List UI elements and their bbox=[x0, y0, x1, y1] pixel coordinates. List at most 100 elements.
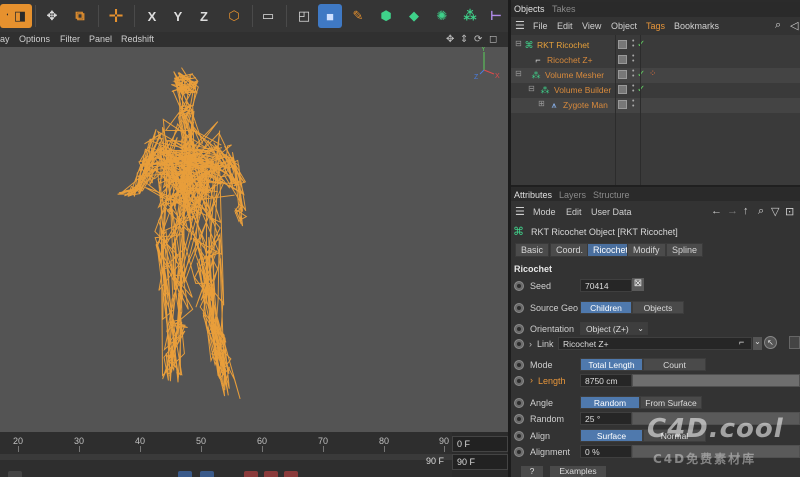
filter-icon[interactable]: ▽ bbox=[771, 205, 779, 218]
orientation-dropdown[interactable]: Object (Z+) ⌄ bbox=[580, 322, 648, 335]
seed-field[interactable]: 70414 bbox=[580, 279, 632, 292]
tab-objects[interactable]: Objects bbox=[514, 4, 545, 14]
visibility-dots-icon[interactable]: • • bbox=[632, 98, 636, 110]
lock-icon[interactable]: ⊡ bbox=[785, 205, 794, 218]
cube-icon[interactable]: ■ bbox=[318, 4, 342, 28]
chevron-right-icon[interactable]: › bbox=[530, 375, 533, 385]
attr-menu-user-data[interactable]: User Data bbox=[591, 207, 632, 217]
render-icon[interactable]: ▭ bbox=[256, 4, 280, 28]
animate-radio[interactable] bbox=[514, 447, 524, 457]
list-item[interactable]: ⊞ ⩚ Zygote Man • • bbox=[511, 98, 800, 113]
dolly-icon[interactable]: ⇕ bbox=[460, 34, 468, 45]
expand-icon[interactable]: ⊟ bbox=[528, 84, 535, 93]
animate-radio[interactable] bbox=[514, 281, 524, 291]
generator-icon[interactable]: ◆ bbox=[402, 4, 426, 28]
link-field[interactable]: Ricochet Z+ bbox=[558, 337, 752, 350]
animate-radio[interactable] bbox=[514, 376, 524, 386]
hamburger-icon[interactable]: ☰ bbox=[515, 19, 525, 32]
layer-box[interactable] bbox=[618, 85, 627, 94]
tab-layers[interactable]: Layers bbox=[559, 190, 586, 200]
spline-icon[interactable]: ◰ bbox=[292, 4, 316, 28]
angle-random-button[interactable]: Random bbox=[580, 396, 640, 409]
mode-count-button[interactable]: Count bbox=[643, 358, 706, 371]
record-control[interactable] bbox=[264, 471, 278, 477]
coordinate-icon[interactable]: ⬡ bbox=[222, 4, 246, 28]
tab-structure[interactable]: Structure bbox=[593, 190, 630, 200]
3d-viewport[interactable]: Y X Z bbox=[0, 47, 508, 432]
objects-menu-file[interactable]: File bbox=[533, 21, 548, 31]
animate-radio[interactable] bbox=[514, 324, 524, 334]
source-geo-objects-button[interactable]: Objects bbox=[632, 301, 684, 314]
pen-icon[interactable]: ✎ bbox=[346, 4, 370, 28]
subtab-spline[interactable]: Spline bbox=[666, 243, 704, 257]
viewport-menu-view[interactable]: ay bbox=[0, 34, 10, 44]
camera-icon[interactable]: ⊢ bbox=[484, 4, 508, 28]
list-item[interactable]: ⊟ ⁂ Volume Mesher • • ✓ ⁘ bbox=[511, 68, 800, 83]
mograph-icon[interactable]: ⁂ bbox=[458, 4, 482, 28]
axis-z-icon[interactable]: Z bbox=[192, 4, 216, 28]
back-arrow-icon[interactable]: ← bbox=[711, 205, 722, 217]
visibility-dots-icon[interactable]: • • bbox=[632, 53, 636, 65]
angle-from-surface-button[interactable]: From Surface bbox=[640, 396, 702, 409]
subtab-coord[interactable]: Coord. bbox=[550, 243, 590, 257]
chevron-right-icon[interactable]: › bbox=[529, 339, 532, 349]
layer-box[interactable] bbox=[618, 100, 627, 109]
list-item[interactable]: ⊟ ⁂ Volume Builder • • ✓ bbox=[511, 83, 800, 98]
end-frame-field[interactable]: 90 F bbox=[452, 454, 508, 470]
maximize-icon[interactable]: ◻ bbox=[489, 34, 497, 45]
tab-takes[interactable]: Takes bbox=[552, 4, 576, 14]
enabled-check-icon[interactable]: ✓ bbox=[637, 69, 645, 80]
help-button[interactable]: ? bbox=[521, 466, 543, 477]
search-icon[interactable]: ⌕ bbox=[775, 19, 781, 32]
axis-x-icon[interactable]: X bbox=[140, 4, 164, 28]
layer-box[interactable] bbox=[618, 70, 627, 79]
record-control[interactable] bbox=[284, 471, 298, 477]
objects-menu-tags[interactable]: Tags bbox=[646, 21, 665, 31]
list-item[interactable]: ⌐ Ricochet Z+ • • bbox=[511, 53, 800, 68]
animate-radio[interactable] bbox=[514, 414, 524, 424]
source-geo-children-button[interactable]: Children bbox=[580, 301, 632, 314]
pick-icon[interactable]: ↖ bbox=[764, 336, 777, 349]
visibility-dots-icon[interactable]: • • bbox=[632, 68, 636, 80]
list-item[interactable]: ⊟ ⌘ RKT Ricochet • • ✓ bbox=[511, 38, 800, 53]
play-control[interactable] bbox=[200, 471, 214, 477]
animate-radio[interactable] bbox=[514, 360, 524, 370]
viewport-menu-redshift[interactable]: Redshift bbox=[121, 34, 154, 44]
viewport-menu-filter[interactable]: Filter bbox=[60, 34, 80, 44]
pan-icon[interactable]: ✥ bbox=[446, 34, 454, 45]
up-arrow-icon[interactable]: ↑ bbox=[743, 205, 749, 217]
visibility-dots-icon[interactable]: • • bbox=[632, 38, 636, 50]
subtab-basic[interactable]: Basic bbox=[515, 243, 550, 257]
timeline-ruler[interactable]: 20 30 40 50 60 70 80 90 90 F bbox=[0, 432, 452, 477]
record-control[interactable] bbox=[244, 471, 258, 477]
length-slider[interactable] bbox=[632, 374, 800, 387]
subtab-modify[interactable]: Modify bbox=[627, 243, 666, 257]
objects-menu-bookmarks[interactable]: Bookmarks bbox=[674, 21, 719, 31]
layer-box[interactable] bbox=[618, 55, 627, 64]
forward-arrow-icon[interactable]: → bbox=[727, 205, 738, 217]
timeline-track[interactable] bbox=[0, 454, 452, 460]
examples-button[interactable]: Examples bbox=[550, 466, 606, 477]
viewport-menu-options[interactable]: Options bbox=[19, 34, 50, 44]
move-icon[interactable]: ✥ bbox=[40, 4, 64, 28]
expand-icon[interactable]: ⊞ bbox=[538, 99, 545, 108]
animate-radio[interactable] bbox=[514, 431, 524, 441]
axis-y-icon[interactable]: Y bbox=[166, 4, 190, 28]
move-tool-icon[interactable]: ✛ bbox=[104, 4, 128, 28]
viewport-menu-panel[interactable]: Panel bbox=[89, 34, 112, 44]
play-control[interactable] bbox=[178, 471, 192, 477]
length-field[interactable]: 8750 cm bbox=[580, 374, 632, 387]
clear-link-button[interactable] bbox=[789, 336, 800, 349]
object-icon[interactable]: ⧉ bbox=[68, 4, 92, 28]
objects-menu-edit[interactable]: Edit bbox=[557, 21, 573, 31]
tab-attributes[interactable]: Attributes bbox=[514, 190, 552, 200]
filter-icon[interactable]: ◁ bbox=[790, 19, 798, 32]
random-field[interactable]: 25 ° bbox=[580, 412, 632, 425]
animate-radio[interactable] bbox=[514, 303, 524, 313]
hamburger-icon[interactable]: ☰ bbox=[515, 205, 525, 218]
search-icon[interactable]: ⌕ bbox=[758, 205, 764, 218]
animate-radio[interactable] bbox=[514, 398, 524, 408]
tag-icon[interactable]: ⁘ bbox=[649, 68, 657, 79]
start-frame-field[interactable]: 0 F bbox=[452, 436, 508, 452]
attr-menu-edit[interactable]: Edit bbox=[566, 207, 582, 217]
